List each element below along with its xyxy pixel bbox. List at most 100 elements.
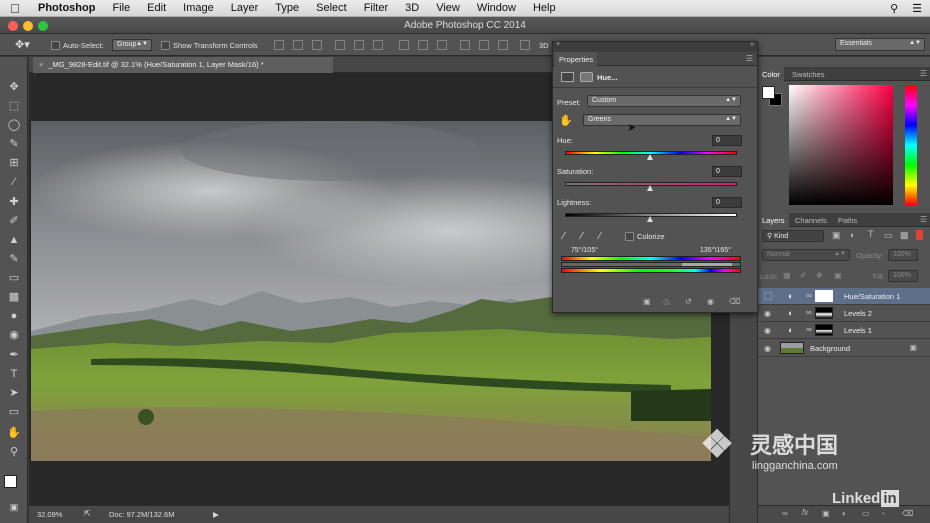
- lock-pixels-icon[interactable]: ✐: [800, 271, 807, 280]
- hue-saturation-icon[interactable]: [561, 72, 574, 82]
- eyedropper-plus-icon[interactable]: ⁄: [581, 231, 583, 242]
- menu-3d[interactable]: 3D: [405, 2, 419, 14]
- panel-menu-icon[interactable]: ☰: [746, 54, 753, 63]
- brush-tool-icon[interactable]: ✐: [5, 213, 23, 229]
- eyedropper-icon[interactable]: ⁄: [563, 231, 565, 242]
- status-menu-arrow-icon[interactable]: ▶: [213, 510, 219, 519]
- mask-link-icon[interactable]: ∞: [806, 291, 812, 300]
- layer-thumbnail[interactable]: [780, 342, 804, 354]
- color-fg-swatch[interactable]: [762, 86, 775, 99]
- quick-select-tool-icon[interactable]: ✎: [5, 136, 23, 152]
- menu-help[interactable]: Help: [533, 2, 556, 14]
- menu-image[interactable]: Image: [183, 2, 214, 14]
- distribute-hcenter-icon[interactable]: [479, 40, 489, 50]
- saturation-input[interactable]: 0: [712, 166, 742, 177]
- colorize-checkbox[interactable]: [625, 232, 634, 241]
- tab-swatches[interactable]: Swatches: [788, 67, 829, 81]
- layer-mask-thumbnail[interactable]: [815, 324, 833, 336]
- menu-view[interactable]: View: [436, 2, 460, 14]
- panel-header-bar[interactable]: × «: [553, 41, 757, 52]
- align-bottom-icon[interactable]: [312, 40, 322, 50]
- distribute-vcenter-icon[interactable]: [418, 40, 428, 50]
- hue-spectrum-bar[interactable]: [905, 85, 917, 205]
- eye-icon[interactable]: ◉: [764, 309, 771, 318]
- eye-icon[interactable]: ◉: [764, 344, 771, 353]
- range-selector[interactable]: [561, 262, 741, 267]
- tab-paths[interactable]: Paths: [834, 213, 861, 227]
- history-brush-tool-icon[interactable]: ✎: [5, 251, 23, 267]
- distribute-right-icon[interactable]: [498, 40, 508, 50]
- zoom-level[interactable]: 32.09%: [37, 510, 62, 519]
- mask-link-icon[interactable]: ∞: [806, 308, 812, 317]
- filter-pixel-icon[interactable]: ▣: [832, 230, 841, 241]
- hue-slider-thumb[interactable]: [647, 154, 653, 160]
- list-icon[interactable]: ☰: [912, 2, 922, 15]
- filter-type-icon[interactable]: T: [868, 229, 874, 239]
- eraser-tool-icon[interactable]: ▭: [5, 270, 23, 286]
- lock-all-icon[interactable]: ▣: [834, 271, 842, 280]
- align-left-icon[interactable]: [335, 40, 345, 50]
- move-tool-icon[interactable]: ✥: [5, 79, 23, 95]
- tab-channels[interactable]: Channels: [791, 213, 831, 227]
- lock-transparent-icon[interactable]: ▦: [783, 271, 791, 280]
- eyedropper-minus-icon[interactable]: ⁄: [599, 231, 601, 242]
- menu-select[interactable]: Select: [316, 2, 347, 14]
- panel-menu-icon[interactable]: ☰: [920, 215, 927, 224]
- doc-size[interactable]: Doc: 97.2M/132.6M: [109, 510, 174, 519]
- saturation-slider-thumb[interactable]: [647, 185, 653, 191]
- close-panel-icon[interactable]: ×: [556, 41, 560, 48]
- panel-menu-icon[interactable]: ☰: [920, 69, 927, 78]
- mask-link-icon[interactable]: ∞: [806, 325, 812, 334]
- shape-tool-icon[interactable]: ▭: [5, 404, 23, 420]
- blur-tool-icon[interactable]: ●: [5, 308, 23, 324]
- auto-select-checkbox[interactable]: [51, 41, 60, 50]
- opacity-input[interactable]: 100%: [888, 249, 918, 261]
- zoom-tool-icon[interactable]: ⚲: [5, 444, 23, 460]
- filter-adjustment-icon[interactable]: ◐: [850, 230, 855, 240]
- marquee-tool-icon[interactable]: ⬚: [5, 98, 23, 114]
- auto-align-icon[interactable]: [520, 40, 530, 50]
- menu-type[interactable]: Type: [275, 2, 299, 14]
- dodge-tool-icon[interactable]: ◉: [5, 327, 23, 343]
- layer-row[interactable]: ◐ ∞ Hue/Saturation 1: [758, 288, 930, 305]
- path-select-tool-icon[interactable]: ➤: [5, 385, 23, 401]
- distribute-left-icon[interactable]: [460, 40, 470, 50]
- channel-dropdown[interactable]: Greens ▲▼: [583, 114, 741, 126]
- layer-mask-thumbnail[interactable]: [815, 290, 833, 302]
- distribute-top-icon[interactable]: [399, 40, 409, 50]
- align-hcenter-icon[interactable]: [354, 40, 364, 50]
- crop-tool-icon[interactable]: ⊞: [5, 155, 23, 171]
- status-export-icon[interactable]: ⇱: [84, 509, 91, 518]
- fill-input[interactable]: 100%: [888, 270, 918, 282]
- align-right-icon[interactable]: [373, 40, 383, 50]
- eye-icon[interactable]: ◉: [764, 326, 771, 335]
- range-bar[interactable]: [682, 263, 732, 266]
- lightness-input[interactable]: 0: [712, 197, 742, 208]
- layer-filter-dropdown[interactable]: ⚲ Kind: [762, 230, 824, 242]
- pen-tool-icon[interactable]: ✒: [5, 347, 23, 363]
- search-icon[interactable]: ⚲: [890, 2, 898, 15]
- layer-row[interactable]: ◉ ◐ ∞ Levels 2: [758, 305, 930, 322]
- align-vcenter-icon[interactable]: [293, 40, 303, 50]
- healing-brush-tool-icon[interactable]: ✚: [5, 194, 23, 210]
- workspace-dropdown[interactable]: Essentials ▲▼: [835, 38, 925, 51]
- auto-select-dropdown[interactable]: Group ▲▼: [112, 39, 152, 51]
- visibility-toggle-off[interactable]: [764, 292, 772, 300]
- gradient-tool-icon[interactable]: ▩: [5, 289, 23, 305]
- filter-toggle-icon[interactable]: [916, 230, 923, 240]
- blend-mode-dropdown[interactable]: Normal ▲▼: [762, 249, 850, 261]
- collapse-panel-icon[interactable]: «: [750, 41, 754, 48]
- lock-position-icon[interactable]: ✥: [816, 271, 823, 280]
- view-previous-icon[interactable]: ◎: [663, 297, 670, 306]
- move-tool-preset-icon[interactable]: ✥▾: [15, 38, 30, 51]
- color-picker-field[interactable]: [789, 85, 893, 205]
- menu-layer[interactable]: Layer: [231, 2, 259, 14]
- tab-properties[interactable]: Properties: [555, 52, 598, 66]
- reset-icon[interactable]: ↺: [685, 297, 692, 306]
- trash-icon[interactable]: ⌫: [729, 297, 740, 306]
- menu-app-name[interactable]: Photoshop: [38, 2, 95, 14]
- visibility-icon[interactable]: ◉: [707, 297, 714, 306]
- apple-icon[interactable]: : [10, 1, 24, 16]
- layer-row[interactable]: ◉ Background ▣: [758, 340, 930, 357]
- hue-input[interactable]: 0: [712, 135, 742, 146]
